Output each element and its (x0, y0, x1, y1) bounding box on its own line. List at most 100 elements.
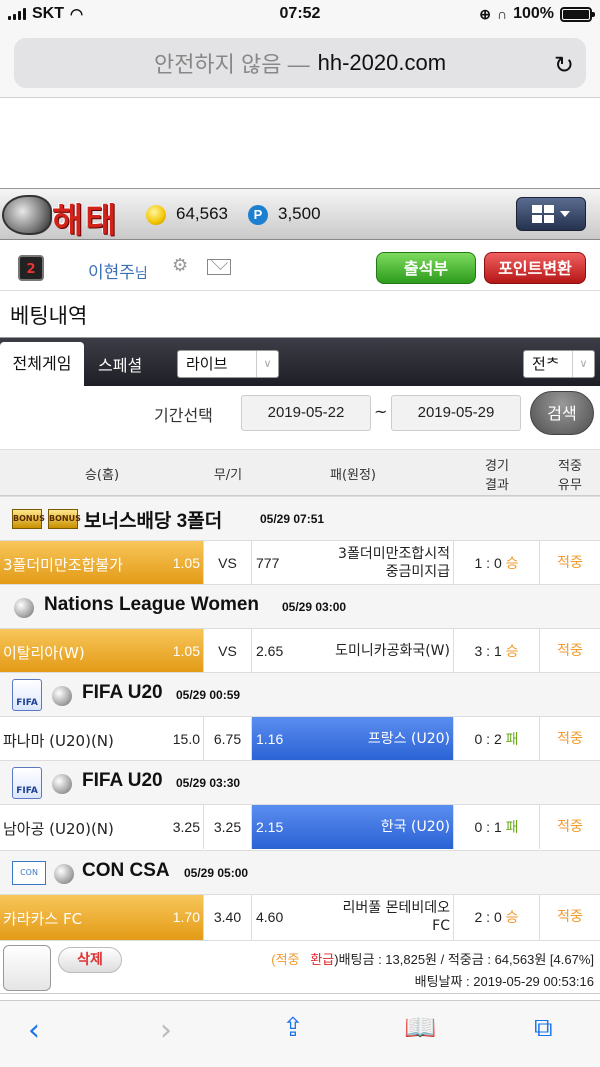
away-team: 도미니카공화국(W) (335, 643, 450, 659)
tabs-icon[interactable]: ⧉ (534, 1013, 553, 1044)
level-badge: 2 (18, 255, 44, 281)
mail-icon[interactable] (207, 259, 231, 275)
score: 0 : 1 (474, 819, 502, 835)
home-odds: 3.25 (172, 819, 200, 835)
date-separator: ~ (374, 402, 388, 421)
game-result: 0 : 2 패 (454, 717, 540, 761)
draw-odds: VS (204, 541, 252, 585)
col-home: 승(홈) (84, 468, 120, 483)
coin-balance: 64,563 (176, 204, 228, 223)
away-team-line2: FC (432, 918, 450, 934)
live-select-value: 라이브 (186, 355, 228, 373)
user-row: 2 이현주님 ⚙ 출석부 포인트변환 (0, 241, 600, 291)
league-date: 05/29 03:00 (282, 600, 347, 614)
away-pick: 4.60 리버풀 몬테비데오 FC (252, 895, 454, 941)
league-name: FIFA U20 (82, 770, 163, 791)
site-logo[interactable]: 해태 (0, 191, 140, 241)
soccer-ball-icon (52, 686, 72, 706)
home-team: 3폴더미만조합불가 (3, 556, 123, 574)
away-team: 리버풀 몬테비데오 FC (343, 899, 451, 935)
table-row: 카라카스 FC 1.70 3.40 4.60 리버풀 몬테비데오 FC 2 : 0… (0, 894, 600, 941)
home-pick: 남아공 (U20)(N) 3.25 (0, 805, 204, 849)
league-name: Nations League Women (44, 594, 260, 615)
delete-button[interactable]: 삭제 (58, 947, 122, 973)
date-from-input[interactable]: 2019-05-22 (241, 395, 371, 431)
select-checkbox[interactable] (3, 945, 51, 991)
reload-icon[interactable]: ↻ (554, 51, 574, 80)
share-icon[interactable]: ⇪ (282, 1013, 304, 1043)
menu-button[interactable] (516, 197, 586, 231)
point-icon: P (248, 205, 268, 225)
fifa-icon: FIFA (12, 767, 42, 799)
home-pick: 파나마 (U20)(N) 15.0 (0, 717, 204, 761)
bet-details: )배팅금 : 13,825원 / 적중금 : 64,563원 [4.67%] (334, 952, 594, 967)
col-away: 패(원정) (329, 468, 377, 483)
filter-select[interactable]: 전ᄎ ∨ (523, 350, 595, 378)
back-icon[interactable]: ‹ (28, 1013, 40, 1048)
col-result-1: 경기 (485, 459, 509, 474)
draw-odds: 3.25 (204, 805, 252, 849)
live-select[interactable]: 라이브 ∨ (177, 350, 279, 378)
orientation-lock-icon: ⊕ (479, 5, 491, 22)
point-convert-button[interactable]: 포인트변환 (484, 252, 586, 284)
away-team: 한국 (U20) (380, 819, 450, 835)
tab-special[interactable]: 스페셜 (98, 352, 142, 376)
outcome: 승 (505, 643, 519, 659)
address-bar[interactable]: 안전하지 않음 — hh-2020.com ↻ (14, 38, 586, 88)
league-date: 05/29 03:30 (176, 776, 241, 790)
game-result: 3 : 1 승 (454, 629, 540, 673)
user-suffix: 님 (134, 266, 148, 282)
hit-status: 적중 (557, 555, 583, 571)
score: 2 : 0 (474, 909, 502, 925)
page-title-bar: 베팅내역 (0, 291, 600, 338)
filter-select-value: 전ᄎ (532, 355, 560, 373)
col-hit-1: 적중 (558, 459, 582, 474)
home-pick[interactable]: 이탈리아(W) 1.05 (0, 629, 204, 673)
headphones-icon: ∩ (496, 6, 508, 22)
point-balance: 3,500 (278, 204, 321, 223)
game-result: 0 : 1 패 (454, 805, 540, 849)
home-team: 카라카스 FC (3, 910, 83, 928)
home-odds: 1.70 (172, 909, 200, 925)
date-filter: 기간선택 2019-05-22 ~ 2019-05-29 검색 (0, 386, 600, 450)
grid-icon (532, 205, 554, 223)
away-pick: 777 3폴더미만조합시적 중금미지급 (252, 541, 454, 585)
draw-odds: 3.40 (204, 895, 252, 941)
tab-all-games[interactable]: 전체게임 (0, 342, 84, 386)
user-name-text: 이현주 (88, 263, 135, 283)
league-header: BONUS BONUS 보너스배당 3폴더 05/29 07:51 (0, 496, 600, 540)
league-header: Nations League Women 05/29 03:00 (0, 584, 600, 628)
league-date: 05/29 07:51 (260, 512, 325, 526)
date-to-input[interactable]: 2019-05-29 (391, 395, 521, 431)
home-pick[interactable]: 3폴더미만조합불가 1.05 (0, 541, 204, 585)
away-pick[interactable]: 2.15 한국 (U20) (252, 805, 454, 849)
away-team-line1: 리버풀 몬테비데오 (342, 900, 451, 916)
score: 0 : 2 (474, 731, 502, 747)
league-header: CON CON CSA 05/29 05:00 (0, 850, 600, 894)
user-name[interactable]: 이현주님 (88, 258, 148, 283)
status-bar: SKT ◠ 07:52 ⊕ ∩ 100% (0, 0, 600, 30)
bookmarks-icon[interactable]: 📖 (404, 1013, 436, 1043)
attendance-button[interactable]: 출석부 (376, 252, 476, 284)
security-label: 안전하지 않음 — (153, 52, 310, 77)
forward-icon[interactable]: › (160, 1013, 172, 1048)
away-team: 3폴더미만조합시적 중금미지급 (338, 545, 450, 581)
table-row: 남아공 (U20)(N) 3.25 3.25 2.15 한국 (U20) 0 :… (0, 804, 600, 849)
league-name: FIFA U20 (82, 682, 163, 703)
away-team: 프랑스 (U20) (367, 731, 450, 747)
bonus-icon: BONUS (12, 509, 45, 529)
gear-icon[interactable]: ⚙ (172, 255, 188, 276)
home-pick[interactable]: 카라카스 FC 1.70 (0, 895, 204, 941)
away-pick[interactable]: 1.16 프랑스 (U20) (252, 717, 454, 761)
fifa-icon: FIFA (12, 679, 42, 711)
bet-summary: 삭제 (적중 환급)배팅금 : 13,825원 / 적중금 : 64,563원 … (0, 940, 600, 994)
search-button[interactable]: 검색 (530, 391, 594, 435)
status-refund: 환급 (310, 952, 335, 967)
game-tabs: 전체게임 스페셜 라이브 ∨ 전ᄎ ∨ (0, 338, 600, 386)
away-team-line2: 중금미지급 (385, 564, 450, 580)
browser-address-area: 안전하지 않음 — hh-2020.com ↻ (0, 30, 600, 98)
game-result: 2 : 0 승 (454, 895, 540, 941)
chevron-down-icon: ∨ (256, 351, 278, 377)
chevron-down-icon (560, 211, 570, 217)
outcome: 패 (505, 819, 519, 835)
